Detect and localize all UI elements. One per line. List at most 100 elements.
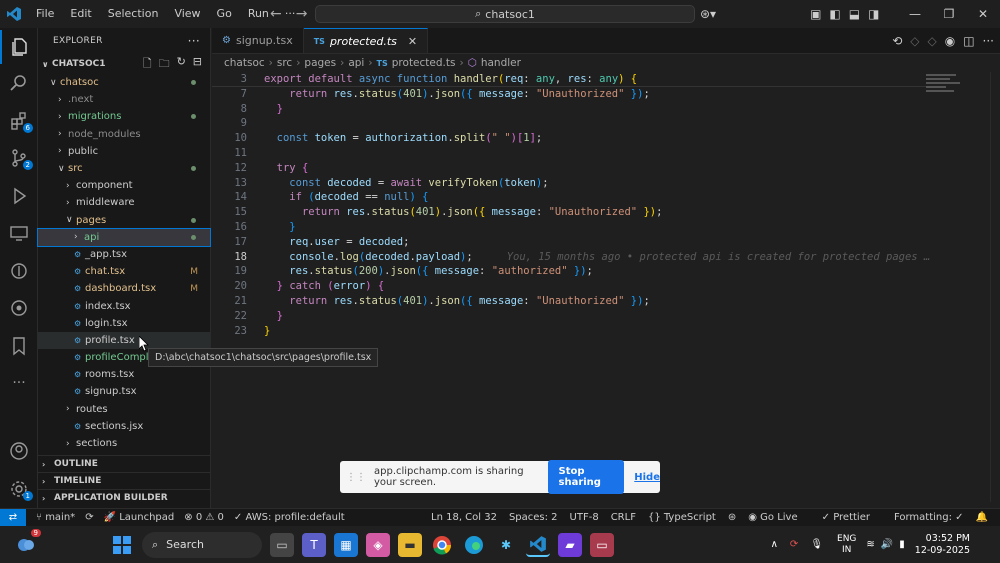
menu-item-1[interactable]: Edit [62, 0, 99, 28]
edge-icon[interactable] [462, 533, 486, 557]
breadcrumb-item[interactable]: src [277, 57, 292, 69]
chrome-icon[interactable] [430, 533, 454, 557]
maximize-icon[interactable]: ❐ [932, 7, 966, 21]
remote-indicator-icon[interactable]: ⇄ [0, 508, 26, 527]
file-explorer-icon[interactable]: ▬ [398, 532, 422, 557]
vertical-scrollbar[interactable] [990, 72, 1000, 502]
file-item[interactable]: ⚙ profile.tsx [38, 331, 210, 349]
minimap[interactable] [926, 72, 962, 102]
copilot-status-icon[interactable]: ⊛ [728, 512, 736, 523]
refresh-icon[interactable]: ↻ [177, 55, 186, 74]
file-item[interactable]: ⚙ dashboard.tsx M [38, 280, 210, 297]
launchpad-item[interactable]: 🚀 Launchpad [104, 512, 175, 523]
weather-widget-icon[interactable]: 9 [15, 529, 41, 555]
breadcrumb-item[interactable]: handler [481, 57, 521, 69]
toggle-secondary-sidebar-icon[interactable]: ◨ [868, 7, 879, 21]
go-live[interactable]: ◉ Go Live [748, 512, 809, 523]
battery-icon[interactable]: ▮ [899, 539, 905, 550]
diff-next-icon[interactable]: ◇ [927, 34, 936, 48]
taskbar-search[interactable]: ⌕ Search [142, 531, 262, 558]
explorer-more-icon[interactable]: ··· [188, 34, 200, 48]
toggle-panel-icon[interactable]: ⬓ [849, 7, 860, 21]
folder-item[interactable]: › node_modules [38, 126, 210, 143]
copilot-app-icon[interactable]: ◈ [366, 532, 390, 557]
aws-toolkit-icon[interactable] [0, 291, 38, 325]
file-item[interactable]: ⚙ login.tsx [38, 315, 210, 332]
language-indicator[interactable]: ENG IN [837, 534, 856, 556]
close-window-icon[interactable]: ✕ [966, 7, 1000, 21]
tab-signup[interactable]: ⚙ signup.tsx [212, 28, 304, 53]
clock[interactable]: 03:52 PM 12-09-2025 [915, 533, 970, 557]
gitlens-inspect-icon[interactable]: ◉ [945, 34, 955, 48]
settings-gear-icon[interactable]: 1 [0, 472, 38, 506]
folder-item[interactable]: › migrations [38, 108, 210, 125]
folder-item[interactable]: ∨ pages [38, 212, 210, 229]
folder-item[interactable]: › api [37, 227, 211, 247]
wifi-icon[interactable]: ≋ [866, 539, 874, 550]
stop-sharing-button[interactable]: Stop sharing [547, 460, 625, 494]
collapse-all-icon[interactable]: ⊟ [193, 55, 202, 74]
drag-handle-icon[interactable]: ⋮⋮ [346, 472, 366, 483]
breadcrumb-item[interactable]: protected.ts [392, 57, 456, 69]
account-icon[interactable] [0, 434, 38, 468]
folder-item[interactable]: ∨ src [38, 160, 210, 177]
indentation[interactable]: Spaces: 2 [509, 512, 558, 523]
file-item[interactable]: ⚙ chat.tsx M [38, 263, 210, 280]
file-item[interactable]: ⚙ sections.jsx [38, 418, 210, 435]
new-folder-icon[interactable]: 🗀 [159, 55, 170, 74]
app-icon[interactable]: ✱ [494, 533, 518, 557]
volume-icon[interactable]: 🔊 [881, 539, 893, 550]
encoding[interactable]: UTF-8 [570, 512, 599, 523]
menu-item-3[interactable]: View [166, 0, 208, 28]
sidebar-section-0[interactable]: › OUTLINE [38, 455, 211, 472]
toggle-sidebar-icon[interactable]: ◧ [829, 7, 840, 21]
line-ending[interactable]: CRLF [611, 512, 636, 523]
hide-link[interactable]: Hide [634, 472, 660, 483]
aws-profile[interactable]: ✓ AWS: profile:default [234, 512, 345, 523]
folder-item[interactable]: › .next [38, 91, 210, 108]
search-view-icon[interactable] [0, 66, 38, 100]
run-debug-icon[interactable] [0, 179, 38, 213]
split-editor-icon[interactable]: ◫ [963, 34, 974, 48]
breadcrumb-item[interactable]: api [348, 57, 364, 69]
folder-item[interactable]: › middleware [38, 194, 210, 211]
more-views-icon[interactable]: ··· [0, 366, 38, 400]
cursor-position[interactable]: Ln 18, Col 32 [431, 512, 497, 523]
gitlens-icon[interactable] [0, 254, 38, 288]
problems-indicator[interactable]: ⊗ 0 ⚠ 0 [184, 512, 224, 523]
diff-icon[interactable]: ◇ [910, 34, 919, 48]
sync-status-icon[interactable]: ⟳ [790, 539, 798, 550]
menu-item-2[interactable]: Selection [100, 0, 167, 28]
windows-start-icon[interactable] [110, 533, 134, 557]
new-file-icon[interactable]: 🗋 [143, 55, 152, 74]
timeline-back-icon[interactable]: ⟲ [892, 34, 902, 48]
folder-item[interactable]: › component [38, 177, 210, 194]
forward-arrow-icon[interactable]: → [296, 6, 308, 22]
teams-icon[interactable]: T [302, 532, 326, 557]
clipchamp-icon[interactable]: ▰ [558, 532, 582, 557]
back-arrow-icon[interactable]: ← [270, 6, 282, 22]
folder-item[interactable]: › sections [38, 435, 210, 452]
source-control-icon[interactable]: 2 [0, 141, 38, 175]
notifications-bell-icon[interactable]: 🔔 [976, 512, 988, 523]
vscode-taskbar-icon[interactable] [526, 533, 550, 557]
menu-item-0[interactable]: File [28, 0, 62, 28]
prettier[interactable]: ✓ Prettier [822, 512, 882, 523]
breadcrumb-item[interactable]: chatsoc [224, 57, 265, 69]
command-center[interactable]: ⌕ chatsoc1 [315, 5, 695, 23]
menu-item-4[interactable]: Go [209, 0, 240, 28]
branch-indicator[interactable]: ⑂ main* [36, 512, 75, 523]
minimize-icon[interactable]: — [898, 7, 932, 21]
show-hidden-icons-icon[interactable]: ∧ [771, 539, 778, 550]
folder-item[interactable]: › public [38, 143, 210, 160]
editor-more-icon[interactable]: ··· [983, 34, 994, 48]
formatting-status[interactable]: Formatting: ✓ [894, 512, 964, 523]
sidebar-section-1[interactable]: › TIMELINE [38, 472, 211, 489]
explorer-icon[interactable] [0, 30, 38, 64]
store-icon[interactable]: ▦ [334, 532, 358, 557]
screen-share-app-icon[interactable]: ▭ [590, 532, 614, 557]
file-item[interactable]: ⚙ index.tsx [38, 297, 210, 314]
breadcrumb-item[interactable]: pages [304, 57, 336, 69]
file-item[interactable]: ⚙ rooms.tsx [38, 366, 210, 383]
sidebar-section-2[interactable]: › APPLICATION BUILDER [38, 489, 211, 506]
